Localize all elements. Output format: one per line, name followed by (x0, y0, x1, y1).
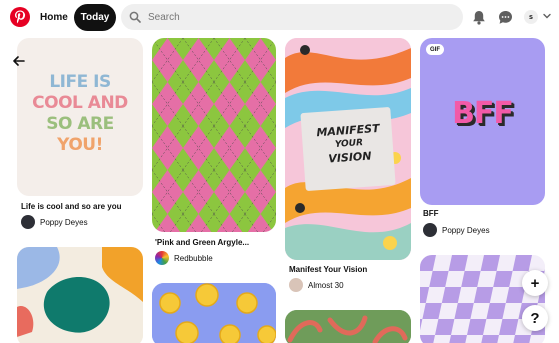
pin-creator[interactable]: Poppy Deyes (423, 223, 490, 237)
search-icon (129, 11, 141, 23)
search-input[interactable] (148, 11, 448, 23)
messages-icon[interactable] (496, 8, 514, 26)
pin-image-text-line: SO ARE (46, 114, 114, 134)
wavy-checker-pattern (420, 255, 545, 343)
creator-avatar (289, 278, 303, 292)
nav-today-tab[interactable]: Today (74, 4, 116, 31)
back-arrow-icon[interactable] (10, 52, 28, 70)
pin-image-abstract-blobs[interactable] (17, 247, 143, 343)
help-button[interactable]: ? (522, 305, 548, 331)
pin-image-argyle[interactable] (152, 38, 276, 232)
pinterest-logo-icon[interactable] (10, 7, 30, 27)
lemons-illustration (152, 283, 276, 343)
creator-name: Poppy Deyes (442, 225, 490, 235)
nav-home-link[interactable]: Home (32, 5, 76, 29)
chevron-down-icon[interactable] (542, 11, 552, 21)
pin-image-text-line: YOU! (57, 135, 103, 155)
pin-title[interactable]: Manifest Your Vision (289, 265, 367, 274)
pin-creator[interactable]: Poppy Deyes (21, 215, 88, 229)
creator-avatar (21, 215, 35, 229)
pin-image-lemons[interactable] (152, 283, 276, 343)
pin-feed: LIFE IS COOL AND SO ARE YOU! Life is coo… (0, 36, 559, 343)
notifications-bell-icon[interactable] (470, 8, 488, 26)
creator-name: Poppy Deyes (40, 217, 88, 227)
creator-avatar (155, 251, 169, 265)
pin-title[interactable]: BFF (423, 209, 439, 218)
search-bar[interactable] (121, 4, 463, 30)
pin-image-wavy-checker[interactable] (420, 255, 545, 343)
creator-name: Almost 30 (308, 280, 344, 290)
add-pin-button[interactable]: + (522, 270, 548, 296)
pin-creator[interactable]: Redbubble (155, 251, 213, 265)
pin-image-life-is-cool[interactable]: LIFE IS COOL AND SO ARE YOU! (17, 38, 143, 196)
pin-image-text-line: COOL AND (32, 93, 128, 113)
pin-creator[interactable]: Almost 30 (289, 278, 344, 292)
creator-name: Redbubble (174, 253, 213, 263)
top-nav: Home Today s (0, 0, 559, 36)
peppers-illustration (285, 310, 411, 343)
pin-image-peppers[interactable] (285, 310, 411, 343)
pin-title[interactable]: 'Pink and Green Argyle... (155, 238, 249, 247)
creator-avatar (423, 223, 437, 237)
gif-badge: GIF (426, 44, 444, 55)
argyle-pattern (152, 38, 276, 232)
pin-title[interactable]: Life is cool and so are you (21, 202, 121, 211)
pin-image-bff[interactable]: GIF BFF (420, 38, 545, 205)
pin-image-text: BFF (452, 96, 514, 131)
pin-image-manifest-vision[interactable]: MANIFEST YOUR VISION (285, 38, 411, 260)
abstract-blobs-illustration (17, 247, 143, 343)
user-avatar[interactable]: s (524, 10, 538, 24)
pin-image-text-line: LIFE IS (49, 72, 111, 92)
